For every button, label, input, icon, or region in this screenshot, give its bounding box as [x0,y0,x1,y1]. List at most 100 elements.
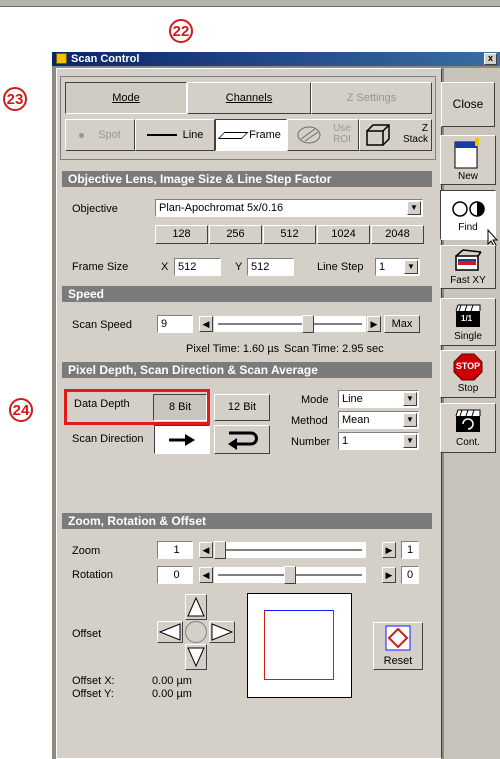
reset-icon [385,625,411,651]
tab-channels[interactable]: Channels [187,82,311,114]
objective-label: Objective [72,203,118,215]
scan-type-zstack[interactable]: Z Stack [359,119,432,151]
zoom-decrease-button[interactable]: ◀ [199,542,213,558]
scan-speed-slider[interactable] [214,315,366,333]
scan-type-frame[interactable]: Frame [215,119,287,151]
average-method-select[interactable]: Mean ▼ [338,411,419,429]
callout-24: 24 [9,398,33,422]
frame-preset-2048[interactable]: 2048 [371,225,424,244]
bidirectional-arrow-icon [228,431,258,450]
scan-type-zstack-label: Z Stack [402,123,428,145]
average-number-value: 1 [342,435,349,447]
toolbar-new-label: New [457,171,478,182]
zoom-slider-thumb[interactable] [214,541,226,559]
tab-z-settings-label: Z Settings [346,92,397,104]
toolbar-cont-label: Cont. [456,437,480,448]
section-header-zoom: Zoom, Rotation & Offset [62,513,432,529]
scan-speed-input[interactable]: 9 [157,315,193,333]
rotation-slider[interactable] [214,566,366,584]
scan-type-roi[interactable]: Use ROI [287,119,359,151]
frame-preset-128[interactable]: 128 [155,225,208,244]
zoom-increase-button[interactable]: ▶ [382,542,396,558]
offset-y-value: 0.00 µm [152,688,192,700]
app-icon [56,53,67,64]
rotation-decrease-button[interactable]: ◀ [199,567,213,583]
stop-sign-text: STOP [455,361,481,371]
zoom-max-value: 1 [401,541,419,559]
average-mode-select[interactable]: Line ▼ [338,390,419,408]
scan-direction-bidirectional-button[interactable] [214,425,270,454]
toolbar-single-button[interactable]: 1/1 Single [440,298,496,346]
new-document-icon [454,138,479,169]
frame-icon [217,131,249,139]
scan-time: Scan Time: 2.95 sec [284,343,384,355]
scan-speed-slider-thumb[interactable] [302,315,314,333]
zoom-slider[interactable] [214,541,366,559]
data-depth-8bit-button[interactable]: 8 Bit [153,394,207,421]
frame-preset-512[interactable]: 512 [263,225,316,244]
average-method-label: Method [291,415,328,427]
objective-select[interactable]: Plan-Apochromat 5x/0.16 ▼ [155,199,423,217]
offset-label: Offset [72,628,102,640]
toolbar-stop-button[interactable]: STOP Stop [440,350,496,398]
scan-speed-decrease-button[interactable]: ◀ [199,316,213,332]
arrow-up-icon [187,597,205,617]
callout-23: 23 [3,87,27,111]
frame-preset-1024[interactable]: 1024 [317,225,370,244]
spot-icon [79,132,85,138]
scan-type-frame-label: Frame [249,129,281,141]
window-close-button[interactable]: x [484,53,497,65]
window-title: Scan Control [71,53,140,65]
chevron-down-icon: ▼ [403,413,417,427]
tab-channels-label: Channels [225,92,273,104]
chevron-down-icon: ▼ [404,260,418,274]
scan-speed-label: Scan Speed [72,319,132,331]
rotation-increase-button[interactable]: ▶ [382,567,396,583]
line-step-label: Line Step [317,261,364,273]
zstack-icon [366,124,390,146]
single-scan-glyph: 1/1 [461,314,473,323]
offset-down-button[interactable] [185,644,207,670]
toolbar-stop-label: Stop [457,383,479,394]
frame-preset-256[interactable]: 256 [209,225,262,244]
title-bar: Scan Control x [52,52,500,66]
reset-offset-button[interactable]: Reset [373,622,423,670]
callout-22: 22 [169,19,193,43]
offset-y-label: Offset Y: [72,688,114,700]
frame-size-y-input[interactable]: 512 [247,258,294,276]
continuous-scan-icon [455,409,481,432]
zoom-input[interactable]: 1 [157,541,193,559]
reset-offset-label: Reset [383,655,413,667]
objective-value: Plan-Apochromat 5x/0.16 [159,202,284,214]
scan-type-spot[interactable]: Spot [65,119,135,151]
offset-center-button[interactable] [185,621,207,643]
max-speed-button[interactable]: Max [384,315,420,333]
arrow-right-icon [169,434,195,446]
toolbar-cont-button[interactable]: Cont. [440,403,496,453]
close-button[interactable]: Close [441,82,495,127]
offset-right-button[interactable] [209,621,235,643]
data-depth-12bit-button[interactable]: 12 Bit [214,394,270,421]
average-method-value: Mean [342,414,370,426]
tab-mode[interactable]: Mode [65,82,187,114]
section-header-objective: Objective Lens, Image Size & Line Step F… [62,171,432,187]
scan-direction-label: Scan Direction [72,433,144,445]
rotation-input[interactable]: 0 [157,566,193,584]
scan-type-line[interactable]: Line [135,119,215,151]
toolbar-new-button[interactable]: New [440,135,496,185]
scan-direction-unidirectional-button[interactable] [154,425,210,454]
parent-window-edge [0,0,500,7]
scan-speed-increase-button[interactable]: ▶ [367,316,381,332]
toolbar-find-button[interactable]: Find [440,190,499,247]
line-step-select[interactable]: 1 ▼ [375,258,420,276]
frame-size-x-input[interactable]: 512 [174,258,221,276]
tab-z-settings[interactable]: Z Settings [311,82,432,114]
offset-up-button[interactable] [185,594,207,620]
average-number-select[interactable]: 1 ▼ [338,432,419,450]
offset-left-button[interactable] [157,621,183,643]
toolbar-fastxy-button[interactable]: Fast XY [440,245,496,289]
rotation-slider-thumb[interactable] [284,566,296,584]
arrow-left-icon [159,623,181,641]
toolbar-fastxy-label: Fast XY [450,275,486,286]
data-depth-label: Data Depth [74,398,130,410]
